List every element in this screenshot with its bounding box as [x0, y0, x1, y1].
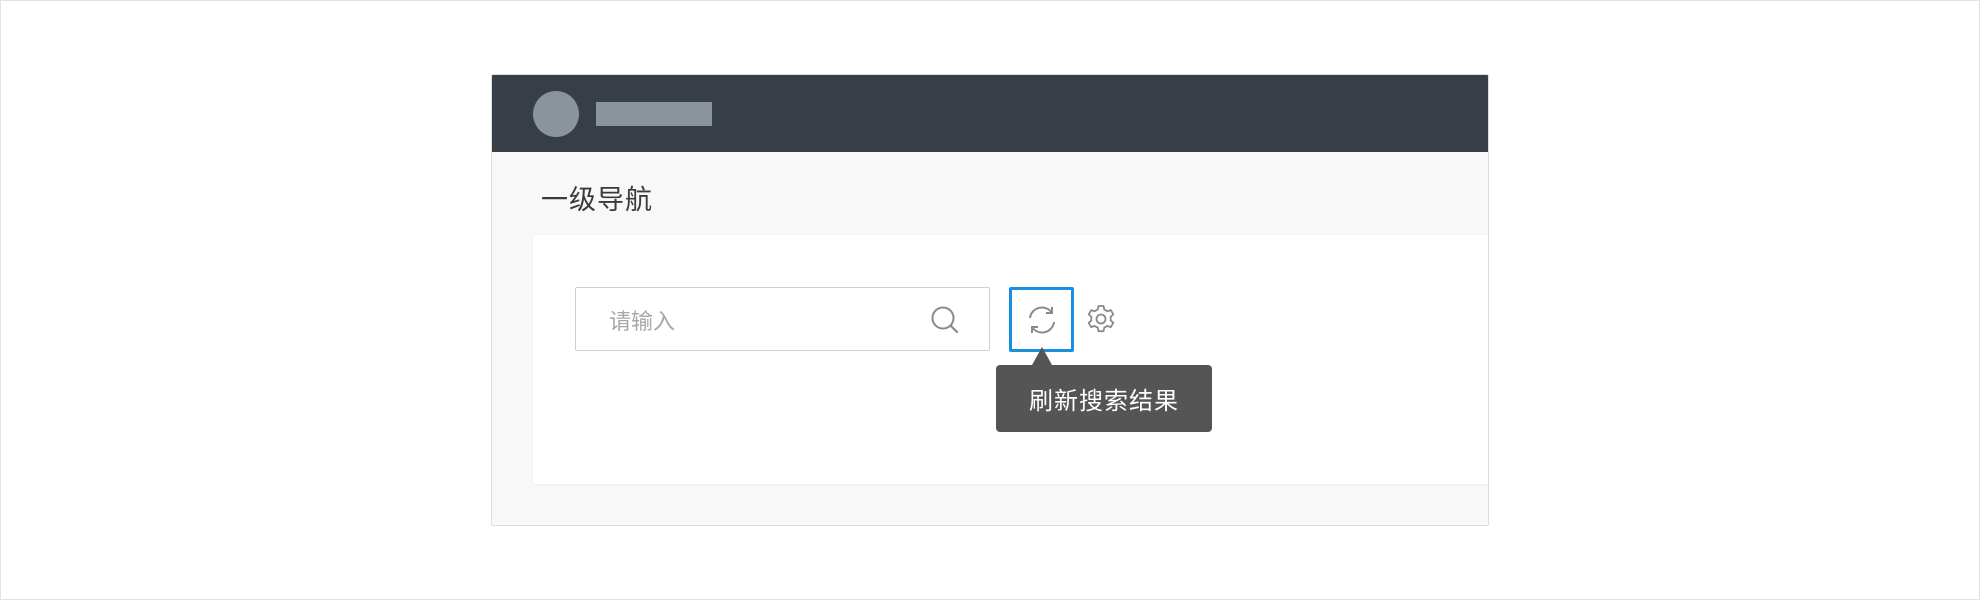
canvas: 一级导航 请输入 刷新搜索结果 — [0, 0, 1980, 600]
search-placeholder: 请输入 — [609, 310, 676, 335]
refresh-button[interactable] — [1009, 287, 1074, 352]
avatar[interactable] — [533, 91, 579, 137]
gear-icon[interactable] — [1085, 303, 1117, 335]
search-icon[interactable] — [929, 304, 961, 336]
content-card: 请输入 — [533, 235, 1488, 484]
refresh-tooltip: 刷新搜索结果 — [996, 365, 1212, 432]
top-bar — [492, 75, 1488, 152]
tooltip-arrow — [1032, 347, 1052, 365]
app-window: 一级导航 请输入 — [491, 74, 1489, 526]
app-title-placeholder — [596, 102, 712, 126]
refresh-icon — [1028, 306, 1055, 333]
search-input[interactable]: 请输入 — [575, 287, 990, 351]
page-title: 一级导航 — [541, 185, 653, 216]
